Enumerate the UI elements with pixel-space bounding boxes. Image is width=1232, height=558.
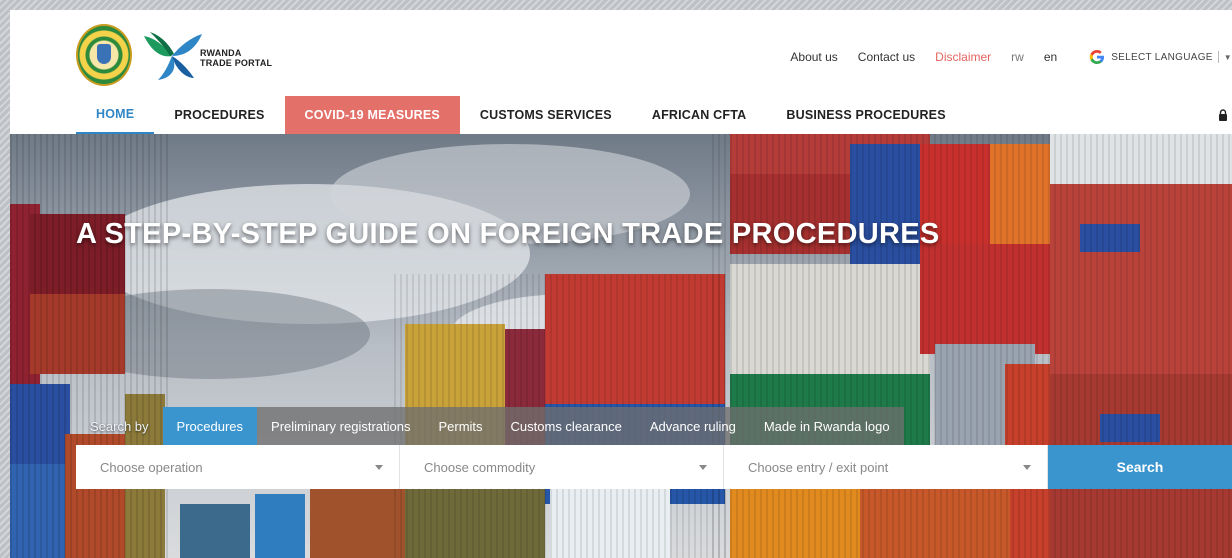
language-en-link[interactable]: en (1044, 50, 1057, 64)
chevron-down-icon (375, 464, 383, 470)
header: RWANDA TRADE PORTAL About us Contact us … (10, 10, 1232, 98)
google-icon (1090, 50, 1105, 64)
chevron-down-icon (1023, 464, 1031, 470)
operation-select[interactable]: Choose operation (76, 445, 400, 489)
language-rw-link[interactable]: rw (1011, 50, 1024, 64)
main-nav: HOME PROCEDURES COVID-19 MEASURES CUSTOM… (10, 96, 1232, 134)
tab-made-in-rwanda-logo[interactable]: Made in Rwanda logo (749, 407, 904, 445)
nav-procedures[interactable]: PROCEDURES (154, 96, 284, 134)
commodity-select[interactable]: Choose commodity (400, 445, 724, 489)
tab-procedures[interactable]: Procedures (162, 407, 258, 445)
nav-customs-services[interactable]: CUSTOMS SERVICES (460, 96, 632, 134)
search-by-label: Search by (90, 418, 149, 434)
chevron-down-icon (699, 464, 707, 470)
contact-us-link[interactable]: Contact us (858, 50, 915, 64)
disclaimer-link[interactable]: Disclaimer (935, 50, 991, 64)
nav-business-procedures[interactable]: BUSINESS PROCEDURES (766, 96, 965, 134)
nav-covid-measures[interactable]: COVID-19 MEASURES (284, 96, 460, 134)
commodity-select-placeholder: Choose commodity (424, 459, 536, 475)
nav-african-cfta[interactable]: AFRICAN CFTA (632, 96, 767, 134)
divider (1217, 51, 1219, 63)
top-links: About us Contact us Disclaimer rw en SEL… (790, 48, 1232, 66)
nav-home[interactable]: HOME (76, 96, 155, 134)
page: RWANDA TRADE PORTAL About us Contact us … (10, 10, 1232, 558)
brand-name: RWANDA TRADE PORTAL (200, 48, 272, 68)
chevron-down-icon: ▼ (1223, 52, 1232, 62)
hero-title: A STEP-BY-STEP GUIDE ON FOREIGN TRADE PR… (76, 218, 940, 250)
rwanda-seal-icon[interactable] (76, 24, 132, 86)
brand-line-2: TRADE PORTAL (200, 58, 273, 68)
tab-advance-ruling[interactable]: Advance ruling (635, 407, 750, 445)
entry-exit-point-select[interactable]: Choose entry / exit point (724, 445, 1048, 489)
search-form: Choose operation Choose commodity Choose… (76, 445, 1232, 489)
tab-preliminary-registrations[interactable]: Preliminary registrations (257, 407, 425, 445)
operation-select-placeholder: Choose operation (100, 459, 203, 475)
nav-items: HOME PROCEDURES COVID-19 MEASURES CUSTOM… (76, 96, 966, 134)
trade-portal-logo-icon[interactable] (142, 28, 204, 82)
hero-banner: A STEP-BY-STEP GUIDE ON FOREIGN TRADE PR… (10, 134, 1232, 558)
search-tabs: Search by Procedures Preliminary registr… (76, 407, 904, 445)
select-language-label: SELECT LANGUAGE (1111, 51, 1213, 63)
search-button[interactable]: Search (1048, 445, 1232, 489)
tab-permits[interactable]: Permits (424, 407, 497, 445)
select-language-widget[interactable]: SELECT LANGUAGE ▼ (1089, 49, 1232, 65)
entry-exit-point-placeholder: Choose entry / exit point (748, 459, 889, 475)
container-yard-image (10, 134, 1232, 558)
brand-line-1: RWANDA (200, 48, 242, 58)
tab-customs-clearance[interactable]: Customs clearance (496, 407, 636, 445)
lock-icon[interactable] (1218, 109, 1228, 121)
about-us-link[interactable]: About us (790, 50, 837, 64)
